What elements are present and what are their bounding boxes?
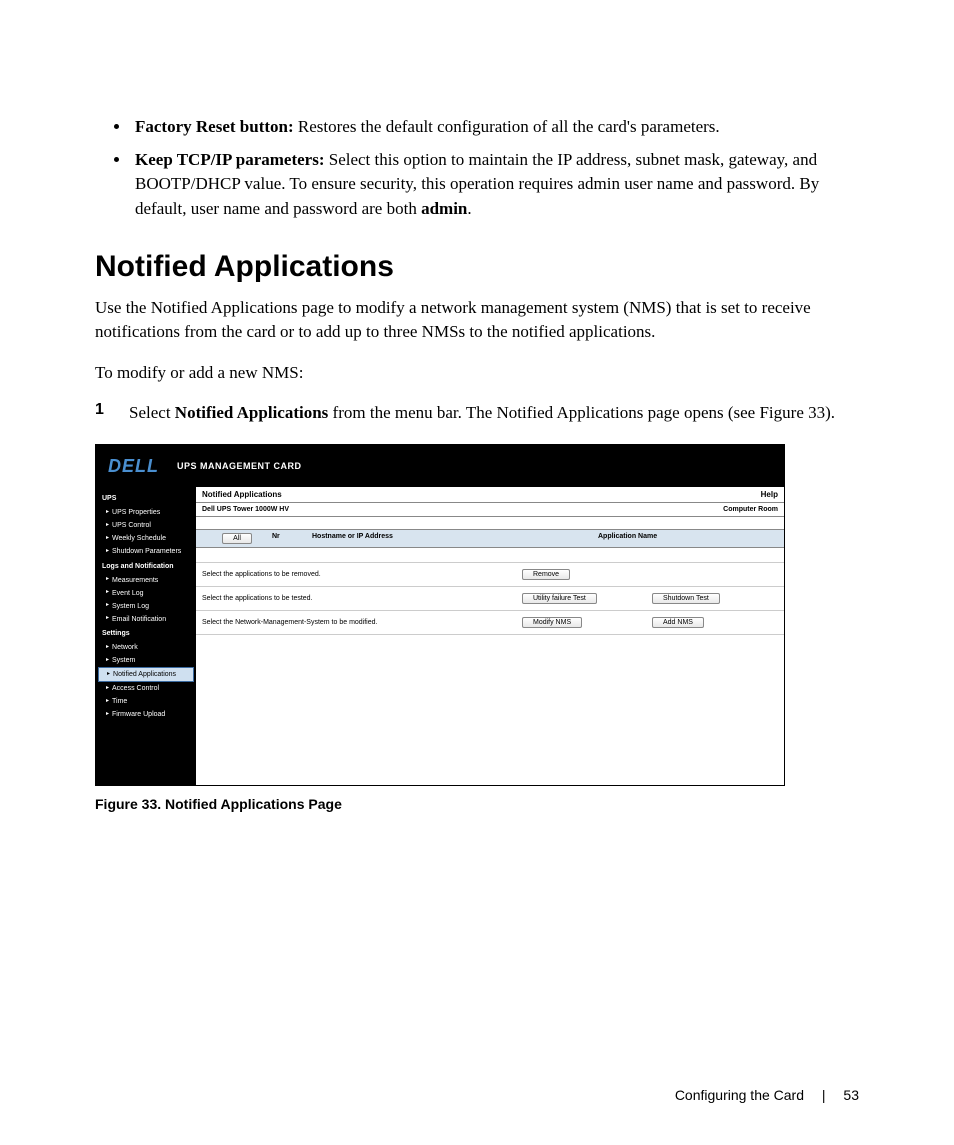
sidebar-item-label: UPS Control [112,521,151,530]
figure-screenshot: DELL UPS MANAGEMENT CARD UPS▸UPS Propert… [95,444,785,786]
table-header: All Nr Hostname or IP Address Applicatio… [196,529,784,548]
triangle-right-icon: ▸ [106,535,109,543]
triangle-right-icon: ▸ [107,671,110,679]
sidebar-item-label: System Log [112,602,149,611]
sidebar-item-label: Event Log [112,589,144,598]
sidebar-item-label: Measurements [112,576,158,585]
sidebar-item-label: Shutdown Parameters [112,547,181,556]
action-row: Select the applications to be removed.Re… [196,563,784,587]
sidebar-item[interactable]: ▸UPS Control [96,519,196,532]
sidebar-item-label: UPS Properties [112,508,160,517]
step-1: 1 Select Notified Applications from the … [95,401,859,426]
bullet-label: Factory Reset button: [135,117,294,136]
triangle-right-icon: ▸ [106,509,109,517]
step-post: from the menu bar. The Notified Applicat… [328,403,835,422]
footer-chapter: Configuring the Card [675,1087,804,1103]
sidebar-group-heading: Settings [96,626,196,641]
section-paragraph-2: To modify or add a new NMS: [95,361,859,386]
sidebar-item[interactable]: ▸Shutdown Parameters [96,545,196,558]
sidebar-item[interactable]: ▸Measurements [96,574,196,587]
content-subheader-row: Dell UPS Tower 1000W HV Computer Room [196,503,784,517]
action-label: Select the applications to be removed. [202,571,522,578]
section-paragraph-1: Use the Notified Applications page to mo… [95,296,859,345]
sidebar-item-label: Notified Applications [113,670,176,679]
col-nr: Nr [272,533,312,544]
sidebar-group-heading: Logs and Notification [96,559,196,574]
sidebar-group-heading: UPS [96,491,196,506]
bullet-factory-reset: Factory Reset button: Restores the defau… [131,115,859,140]
sidebar-item-label: Time [112,697,127,706]
page-footer: Configuring the Card | 53 [675,1087,859,1103]
action-row: Select the applications to be tested.Uti… [196,587,784,611]
action-button[interactable]: Shutdown Test [652,593,720,604]
step-body: Select Notified Applications from the me… [129,401,835,426]
figure-titlebar: DELL UPS MANAGEMENT CARD [96,445,784,487]
sidebar-item[interactable]: ▸Event Log [96,587,196,600]
action-label: Select the applications to be tested. [202,595,522,602]
sidebar-item-label: Access Control [112,684,159,693]
action-row: Select the Network-Management-System to … [196,611,784,635]
intro-bullet-list: Factory Reset button: Restores the defau… [95,115,859,222]
triangle-right-icon: ▸ [106,644,109,652]
triangle-right-icon: ▸ [106,589,109,597]
figure-caption: Figure 33. Notified Applications Page [95,796,859,812]
card-title: UPS MANAGEMENT CARD [177,461,302,471]
sidebar-item-label: Weekly Schedule [112,534,166,543]
sidebar-item-label: Network [112,643,138,652]
action-button[interactable]: Utility failure Test [522,593,597,604]
triangle-right-icon: ▸ [106,522,109,530]
sidebar-item[interactable]: ▸UPS Properties [96,506,196,519]
sidebar-item[interactable]: ▸Weekly Schedule [96,532,196,545]
action-label: Select the Network-Management-System to … [202,619,522,626]
step-bold: Notified Applications [175,403,329,422]
sidebar-item[interactable]: ▸Access Control [96,682,196,695]
help-link[interactable]: Help [761,490,778,499]
footer-separator: | [822,1087,826,1103]
footer-page-number: 53 [843,1087,859,1103]
content-panel: Notified Applications Help Dell UPS Towe… [196,487,784,785]
triangle-right-icon: ▸ [106,602,109,610]
triangle-right-icon: ▸ [106,615,109,623]
sidebar-item[interactable]: ▸Email Notification [96,613,196,626]
bullet-keep-tcpip: Keep TCP/IP parameters: Select this opti… [131,148,859,222]
bullet-text: Restores the default configuration of al… [294,117,720,136]
content-header-row: Notified Applications Help [196,487,784,503]
device-location: Computer Room [723,506,778,513]
bullet-label: Keep TCP/IP parameters: [135,150,324,169]
sidebar-item-label: Firmware Upload [112,710,165,719]
action-button[interactable]: Add NMS [652,617,704,628]
sidebar-item[interactable]: ▸Network [96,641,196,654]
triangle-right-icon: ▸ [106,576,109,584]
select-all-button[interactable]: All [222,533,252,544]
content-title: Notified Applications [202,490,282,499]
sidebar-item[interactable]: ▸Firmware Upload [96,708,196,721]
action-button[interactable]: Modify NMS [522,617,582,628]
triangle-right-icon: ▸ [106,548,109,556]
triangle-right-icon: ▸ [106,657,109,665]
device-name: Dell UPS Tower 1000W HV [202,506,289,513]
dell-logo: DELL [108,456,159,477]
triangle-right-icon: ▸ [106,685,109,693]
sidebar-item[interactable]: ▸Time [96,695,196,708]
col-host: Hostname or IP Address [312,533,598,544]
sidebar: UPS▸UPS Properties▸UPS Control▸Weekly Sc… [96,487,196,785]
triangle-right-icon: ▸ [106,711,109,719]
action-button[interactable]: Remove [522,569,570,580]
sidebar-item[interactable]: ▸System [96,654,196,667]
sidebar-item[interactable]: ▸System Log [96,600,196,613]
sidebar-item[interactable]: ▸Notified Applications [98,667,194,682]
step-pre: Select [129,403,175,422]
bullet-tail-bold: admin [421,199,467,218]
triangle-right-icon: ▸ [106,698,109,706]
sidebar-item-label: System [112,656,135,665]
section-heading: Notified Applications [95,250,859,284]
step-number: 1 [95,401,129,426]
col-app: Application Name [598,533,778,544]
sidebar-item-label: Email Notification [112,615,166,624]
bullet-tail-after: . [467,199,471,218]
